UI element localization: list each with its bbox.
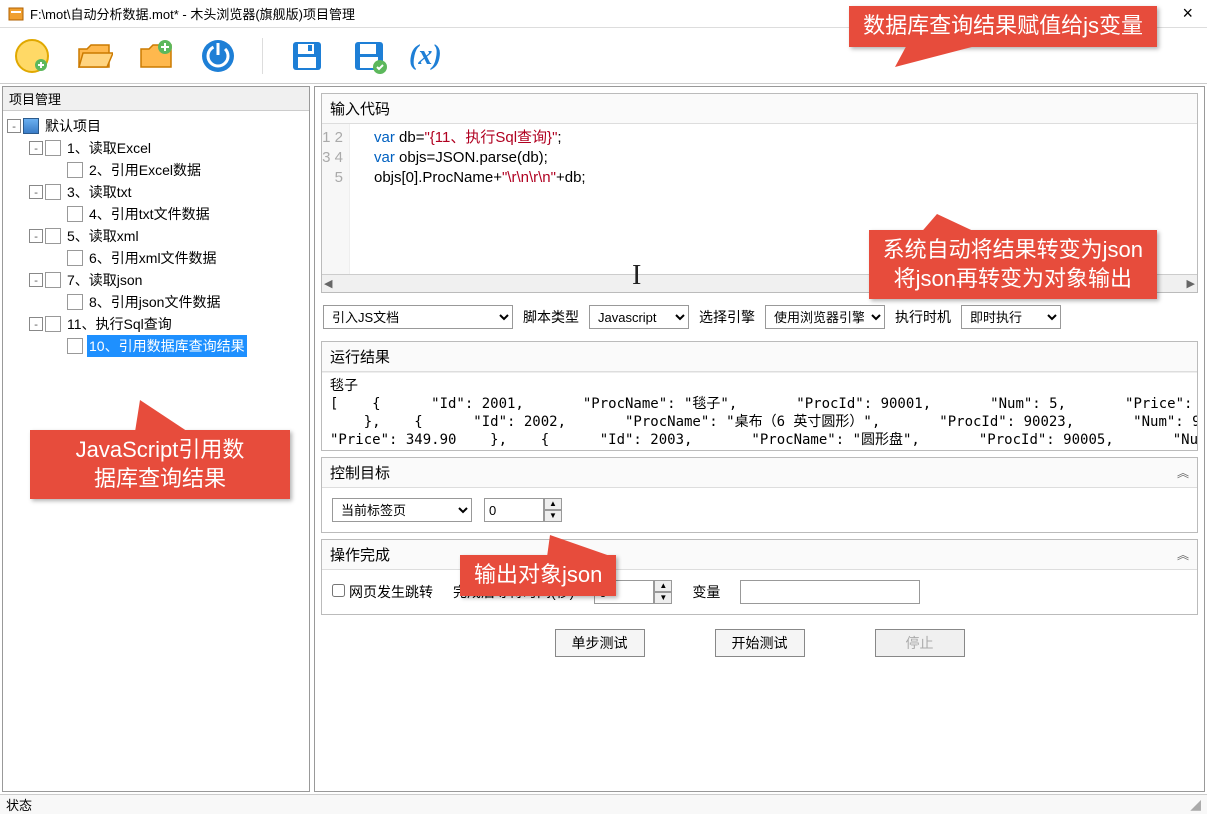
window-title: F:\mot\自动分析数据.mot* - 木头浏览器(旗舰版)项目管理 [30,4,355,23]
control-target-section: 控制目标︽ 当前标签页 ▲▼ [321,457,1198,533]
annotation-callout: JavaScript引用数据库查询结果 [30,430,290,499]
file-icon [67,338,83,354]
tree-root[interactable]: 默认项目 [43,115,103,137]
tree-item[interactable]: 3、读取txt [65,181,134,203]
annotation-callout: 输出对象json [460,555,616,596]
project-icon [23,118,39,134]
tree-item[interactable]: 7、读取json [65,269,144,291]
timing-label: 执行时机 [895,307,951,327]
tree-item[interactable]: 1、读取Excel [65,137,153,159]
file-icon [67,294,83,310]
result-title: 运行结果 [330,346,390,367]
expand-icon[interactable]: - [29,185,43,199]
tree-item[interactable]: 8、引用json文件数据 [87,291,222,313]
result-body[interactable]: 毯子 [ { "Id": 2001, "ProcName": "毯子", "Pr… [322,372,1197,452]
start-test-button[interactable]: 开始测试 [715,629,805,657]
stop-button: 停止 [875,629,965,657]
engine-select[interactable]: 使用浏览器引擎 [765,305,885,329]
tree-item[interactable]: 4、引用txt文件数据 [87,203,212,225]
status-text: 状态 [6,795,32,814]
page-jump-checkbox[interactable]: 网页发生跳转 [332,582,433,602]
js-doc-select[interactable]: 引入JS文档 [323,305,513,329]
tree-item[interactable]: 5、读取xml [65,225,141,247]
test-buttons: 单步测试 开始测试 停止 [321,621,1198,661]
file-icon [45,316,61,332]
operation-complete-section: 操作完成︽ 网页发生跳转 完成后等待时间(秒) ▲▼ 变量 [321,539,1198,615]
panel-title: 项目管理 [3,87,309,111]
power-button[interactable] [196,34,240,78]
line-gutter: 1 2 3 4 5 [322,124,350,274]
expand-icon[interactable]: - [7,119,21,133]
text-cursor-icon: I [632,260,641,292]
script-options: 引入JS文档 脚本类型 Javascript 选择引擎 使用浏览器引擎 执行时机… [321,299,1198,335]
engine-label: 选择引擎 [699,307,755,327]
variable-label: 变量 [692,582,720,602]
script-type-label: 脚本类型 [523,307,579,327]
save-button[interactable] [285,34,329,78]
op-title: 操作完成 [330,544,390,565]
statusbar: 状态 ◢ [0,794,1207,814]
file-icon [67,206,83,222]
close-icon[interactable]: × [1176,3,1199,24]
tree-item[interactable]: 11、执行Sql查询 [65,313,174,335]
spin-up[interactable]: ▲ [654,580,672,592]
app-icon [8,6,24,22]
tree-item[interactable]: 10、引用数据库查询结果 [87,335,247,357]
timing-select[interactable]: 即时执行 [961,305,1061,329]
resize-grip-icon[interactable]: ◢ [1190,796,1201,813]
tree-item[interactable]: 2、引用Excel数据 [87,159,203,181]
chevron-up-icon[interactable]: ︽ [1177,546,1189,563]
tree-item[interactable]: 6、引用xml文件数据 [87,247,219,269]
expand-icon[interactable]: - [29,229,43,243]
file-icon [67,250,83,266]
spin-up[interactable]: ▲ [544,498,562,510]
expand-icon[interactable]: - [29,273,43,287]
file-icon [67,162,83,178]
annotation-callout: 数据库查询结果赋值给js变量 [849,6,1157,47]
expand-icon[interactable]: - [29,317,43,331]
chevron-up-icon[interactable]: ︽ [1177,464,1189,481]
add-folder-button[interactable] [134,34,178,78]
variable-icon[interactable]: (x) [409,40,442,72]
step-test-button[interactable]: 单步测试 [555,629,645,657]
code-title: 输入代码 [330,98,390,119]
editor-panel: 输入代码 1 2 3 4 5 var db="{11、执行Sql查询}"; va… [314,86,1205,792]
file-icon [45,272,61,288]
spin-down[interactable]: ▼ [654,592,672,604]
annotation-callout: 系统自动将结果转变为json将json再转变为对象输出 [869,230,1157,299]
save-as-button[interactable] [347,34,391,78]
file-icon [45,140,61,156]
open-button[interactable] [72,34,116,78]
file-icon [45,228,61,244]
result-section: 运行结果 毯子 [ { "Id": 2001, "ProcName": "毯子"… [321,341,1198,451]
variable-input[interactable] [740,580,920,604]
ctl-title: 控制目标 [330,462,390,483]
expand-icon[interactable]: - [29,141,43,155]
script-type-select[interactable]: Javascript [589,305,689,329]
new-button[interactable] [10,34,54,78]
tab-select[interactable]: 当前标签页 [332,498,472,522]
file-icon [45,184,61,200]
